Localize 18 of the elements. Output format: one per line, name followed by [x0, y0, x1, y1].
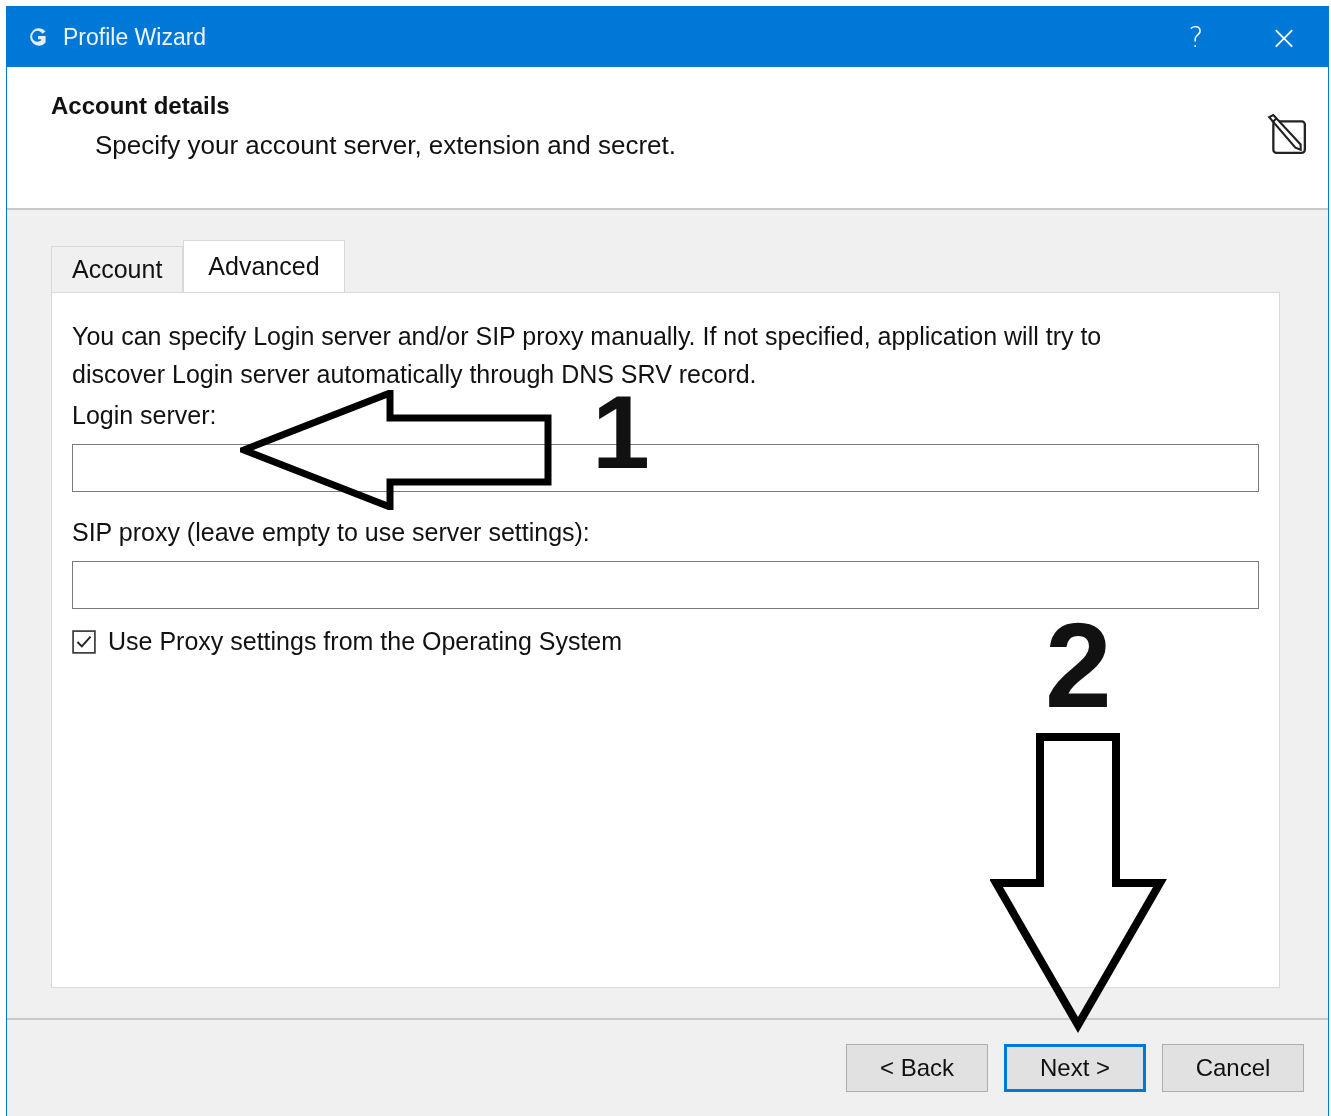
tab[interactable]: Advanced — [183, 240, 345, 292]
annotation-number: 2 — [1045, 605, 1112, 725]
window-title: Profile Wizard — [63, 23, 207, 51]
pencil-icon — [1266, 113, 1308, 155]
wizard-button[interactable]: Next > — [1004, 1044, 1146, 1092]
field-label: SIP proxy (leave empty to use server settings): — [72, 518, 590, 547]
wizard-button[interactable]: Cancel — [1162, 1044, 1304, 1092]
input-field[interactable] — [72, 561, 1259, 609]
page-title: Account details — [51, 92, 230, 120]
checkbox[interactable] — [72, 629, 96, 654]
tab[interactable]: Account — [51, 246, 184, 292]
wizard-button[interactable]: < Back — [846, 1044, 988, 1092]
field-label: Login server: — [72, 401, 217, 430]
help-button[interactable]: ? — [1152, 7, 1240, 67]
page-subtitle: Specify your account server, extension and secret. — [95, 130, 677, 161]
checkbox-label: Use Proxy settings from the Operating System — [108, 627, 623, 656]
description-text: You can specify Login server and/or SIP proxy manually. If not specified, application will try to discover Login server automatically through DNS SRV record. — [72, 321, 1103, 390]
close-button[interactable]: × — [1240, 7, 1328, 67]
